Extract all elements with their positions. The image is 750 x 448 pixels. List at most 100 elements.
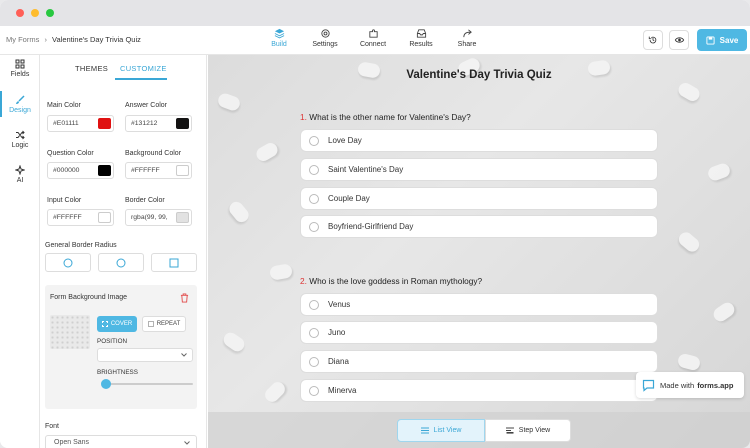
position-select[interactable] <box>97 348 193 362</box>
radius-round-button[interactable] <box>45 253 91 272</box>
main-color-swatch[interactable] <box>98 118 111 129</box>
floppy-icon <box>706 35 715 45</box>
preview-button[interactable] <box>669 30 689 50</box>
tab-themes[interactable]: THEMES <box>75 64 108 73</box>
minimize-window-dot[interactable] <box>31 9 39 17</box>
question-1: 1. What is the other name for Valentine'… <box>300 112 471 122</box>
repeat-label: REPEAT <box>156 321 181 327</box>
title-bar <box>0 0 750 26</box>
panel-tabs: THEMES CUSTOMIZE <box>40 55 206 81</box>
background-color-field[interactable]: #FFFFFF <box>125 162 192 179</box>
nav-connect-label: Connect <box>359 41 387 48</box>
made-with-badge[interactable]: Made with forms.app <box>636 372 744 398</box>
step-icon <box>505 427 514 434</box>
background-image-label: Form Background Image <box>50 294 128 301</box>
background-color-swatch[interactable] <box>176 165 189 176</box>
answer-option[interactable]: Couple Day <box>300 187 658 210</box>
tab-customize[interactable]: CUSTOMIZE <box>120 64 167 73</box>
cover-button[interactable]: COVER <box>97 316 137 332</box>
square-icon <box>169 258 179 267</box>
question-color-swatch[interactable] <box>98 165 111 176</box>
question-color-field[interactable]: #000000 <box>47 162 114 179</box>
answer-option[interactable]: Diana <box>300 350 658 373</box>
shuffle-icon <box>16 130 25 140</box>
leftnav-logic-label: Logic <box>11 142 29 149</box>
leftnav-design[interactable]: Design <box>0 91 40 117</box>
border-color-label: Border Color <box>125 197 165 204</box>
answer-option[interactable]: Saint Valentine's Day <box>300 158 658 181</box>
option-label: Minerva <box>328 386 357 395</box>
nav-settings[interactable]: Settings <box>310 28 340 54</box>
radio-button[interactable] <box>309 221 319 232</box>
brightness-track[interactable] <box>102 383 193 385</box>
answer-option[interactable]: Minerva <box>300 379 658 402</box>
grid-icon <box>15 59 25 69</box>
border-color-swatch[interactable] <box>176 212 189 223</box>
nav-share[interactable]: Share <box>455 28 479 54</box>
puzzle-icon <box>368 29 378 38</box>
font-value: Open Sans <box>54 439 90 446</box>
history-button[interactable] <box>643 30 663 50</box>
input-color-field[interactable]: #FFFFFF <box>47 209 114 226</box>
font-select[interactable]: Open Sans <box>45 435 197 448</box>
question-color-value: #000000 <box>53 167 80 174</box>
save-button[interactable]: Save <box>697 29 747 51</box>
gear-icon <box>320 29 330 38</box>
close-window-dot[interactable] <box>16 9 24 17</box>
history-icon <box>648 36 657 44</box>
border-color-field[interactable]: rgba(99, 99, <box>125 209 192 226</box>
radio-button[interactable] <box>309 299 319 310</box>
nav-results[interactable]: Results <box>406 28 436 54</box>
answer-option[interactable]: Love Day <box>300 129 658 152</box>
radius-square-button[interactable] <box>151 253 197 272</box>
radio-button[interactable] <box>309 385 319 396</box>
leftnav-logic[interactable]: Logic <box>0 130 40 149</box>
repeat-button[interactable]: REPEAT <box>142 316 186 332</box>
answer-option[interactable]: Boyfriend-Girlfriend Day <box>300 215 658 238</box>
option-label: Diana <box>328 357 349 366</box>
radio-button[interactable] <box>309 164 319 175</box>
list-view-button[interactable]: List View <box>397 419 485 442</box>
background-image-section: Form Background Image COVER REPEAT POSIT… <box>45 285 197 409</box>
leftnav-design-label: Design <box>9 107 31 114</box>
radius-medium-button[interactable] <box>98 253 144 272</box>
option-label: Venus <box>328 300 351 309</box>
answer-option[interactable]: Juno <box>300 321 658 344</box>
answer-color-swatch[interactable] <box>176 118 189 129</box>
leftnav-fields[interactable]: Fields <box>0 59 40 78</box>
trash-icon[interactable] <box>180 293 189 303</box>
nav-results-label: Results <box>409 41 433 48</box>
answer-color-label: Answer Color <box>125 102 168 109</box>
nav-settings-label: Settings <box>312 41 338 48</box>
answer-color-field[interactable]: #131212 <box>125 115 192 132</box>
step-view-label: Step View <box>518 427 551 434</box>
input-color-value: #FFFFFF <box>53 214 82 221</box>
radio-button[interactable] <box>309 327 319 338</box>
leftnav-ai[interactable]: AI <box>0 165 40 184</box>
brightness-slider-thumb[interactable] <box>101 379 111 389</box>
step-view-button[interactable]: Step View <box>485 419 571 442</box>
inbox-icon <box>416 29 426 38</box>
breadcrumb-root[interactable]: My Forms <box>6 35 39 44</box>
font-label: Font <box>45 423 60 430</box>
background-thumbnail[interactable] <box>50 315 90 349</box>
brightness-label: BRIGHTNESS <box>97 369 138 376</box>
radio-button[interactable] <box>309 193 319 204</box>
brush-icon <box>16 95 25 104</box>
question-2: 2. Who is the love goddess in Roman myth… <box>300 276 482 286</box>
position-label: POSITION <box>97 338 128 345</box>
question-color-label: Question Color <box>47 150 94 157</box>
border-color-value: rgba(99, 99, <box>131 214 168 221</box>
nav-connect[interactable]: Connect <box>357 28 389 54</box>
nav-build[interactable]: Build <box>266 28 292 57</box>
question-2-text: Who is the love goddess in Roman mytholo… <box>309 276 483 286</box>
radio-button[interactable] <box>309 356 319 367</box>
list-view-label: List View <box>433 427 462 434</box>
maximize-window-dot[interactable] <box>46 9 54 17</box>
main-color-field[interactable]: #E01111 <box>47 115 114 132</box>
input-color-swatch[interactable] <box>98 212 111 223</box>
option-label: Love Day <box>328 136 362 145</box>
answer-option[interactable]: Venus <box>300 293 658 316</box>
badge-prefix: Made with <box>660 380 695 390</box>
radio-button[interactable] <box>309 135 319 146</box>
